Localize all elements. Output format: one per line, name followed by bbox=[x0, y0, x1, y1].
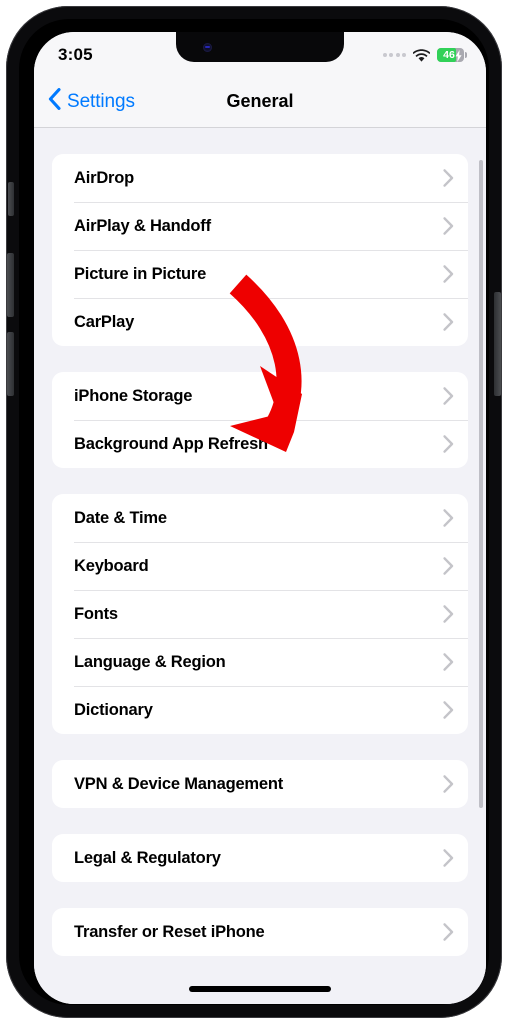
settings-row[interactable]: AirDrop bbox=[52, 154, 468, 202]
settings-list[interactable]: AirDrop AirPlay & Handoff Picture in Pictu… bbox=[34, 128, 486, 1004]
settings-row-label: Keyboard bbox=[74, 556, 149, 575]
settings-group-connectivity: AirDrop AirPlay & Handoff Picture in Pictu… bbox=[52, 154, 468, 346]
chevron-right-icon bbox=[443, 313, 454, 331]
back-button-label: Settings bbox=[67, 90, 135, 112]
navigation-bar: Settings General bbox=[34, 76, 486, 128]
settings-row[interactable]: Picture in Picture bbox=[52, 250, 468, 298]
settings-group-management: VPN & Device Management bbox=[52, 760, 468, 808]
lightning-bolt-icon bbox=[455, 49, 462, 67]
wifi-icon bbox=[413, 48, 430, 62]
signal-dots-icon bbox=[382, 53, 406, 57]
settings-row-label: Transfer or Reset iPhone bbox=[74, 922, 265, 941]
volume-down-button[interactable] bbox=[7, 332, 14, 396]
home-indicator[interactable] bbox=[189, 986, 331, 992]
settings-row-label: Fonts bbox=[74, 604, 118, 623]
settings-row[interactable]: Fonts bbox=[52, 590, 468, 638]
power-button[interactable] bbox=[494, 292, 501, 396]
settings-row-label: CarPlay bbox=[74, 312, 135, 331]
settings-row-label: AirPlay & Handoff bbox=[74, 216, 211, 235]
chevron-left-icon bbox=[48, 88, 61, 115]
chevron-right-icon bbox=[443, 605, 454, 623]
chevron-right-icon bbox=[443, 265, 454, 283]
settings-row-label: Language & Region bbox=[74, 652, 226, 671]
status-bar-time: 3:05 bbox=[58, 45, 93, 64]
mute-switch-button[interactable] bbox=[8, 182, 14, 216]
settings-group-storage: iPhone Storage Background App Refresh bbox=[52, 372, 468, 468]
settings-row[interactable]: AirPlay & Handoff bbox=[52, 202, 468, 250]
settings-group-reset: Transfer or Reset iPhone bbox=[52, 908, 468, 956]
settings-row[interactable]: iPhone Storage bbox=[52, 372, 468, 420]
phone-device-frame: 3:05 46 Settings General AirDrop AirPlay… bbox=[6, 6, 502, 1018]
volume-up-button[interactable] bbox=[7, 253, 14, 317]
chevron-right-icon bbox=[443, 653, 454, 671]
chevron-right-icon bbox=[443, 923, 454, 941]
settings-row[interactable]: Background App Refresh bbox=[52, 420, 468, 468]
chevron-right-icon bbox=[443, 509, 454, 527]
settings-row[interactable]: Dictionary bbox=[52, 686, 468, 734]
settings-row-label: Background App Refresh bbox=[74, 434, 268, 453]
chevron-right-icon bbox=[443, 701, 454, 719]
vertical-scrollbar[interactable] bbox=[479, 160, 483, 808]
chevron-right-icon bbox=[443, 169, 454, 187]
settings-row[interactable]: CarPlay bbox=[52, 298, 468, 346]
settings-row-label: Date & Time bbox=[74, 508, 167, 527]
settings-row-label: Dictionary bbox=[74, 700, 153, 719]
chevron-right-icon bbox=[443, 557, 454, 575]
chevron-right-icon bbox=[443, 217, 454, 235]
settings-row[interactable]: Date & Time bbox=[52, 494, 468, 542]
settings-row-label: VPN & Device Management bbox=[74, 774, 284, 793]
display-notch bbox=[176, 32, 344, 62]
chevron-right-icon bbox=[443, 775, 454, 793]
settings-row-label: Picture in Picture bbox=[74, 264, 207, 283]
settings-row[interactable]: VPN & Device Management bbox=[52, 760, 468, 808]
settings-row-label: AirDrop bbox=[74, 168, 135, 187]
settings-group-localization: Date & Time Keyboard Fonts Language & Regio… bbox=[52, 494, 468, 734]
chevron-right-icon bbox=[443, 849, 454, 867]
chevron-right-icon bbox=[443, 435, 454, 453]
settings-group-legal: Legal & Regulatory bbox=[52, 834, 468, 882]
settings-row[interactable]: Language & Region bbox=[52, 638, 468, 686]
settings-row[interactable]: Legal & Regulatory bbox=[52, 834, 468, 882]
battery-indicator: 46 bbox=[437, 48, 467, 62]
settings-row-label: iPhone Storage bbox=[74, 386, 193, 405]
chevron-right-icon bbox=[443, 387, 454, 405]
settings-row[interactable]: Transfer or Reset iPhone bbox=[52, 908, 468, 956]
settings-row-label: Legal & Regulatory bbox=[74, 848, 221, 867]
phone-screen: 3:05 46 Settings General AirDrop AirPlay… bbox=[34, 32, 486, 1004]
front-camera-icon bbox=[203, 43, 212, 52]
settings-row[interactable]: Keyboard bbox=[52, 542, 468, 590]
back-button[interactable]: Settings bbox=[34, 88, 135, 115]
status-bar-indicators: 46 bbox=[382, 48, 467, 62]
